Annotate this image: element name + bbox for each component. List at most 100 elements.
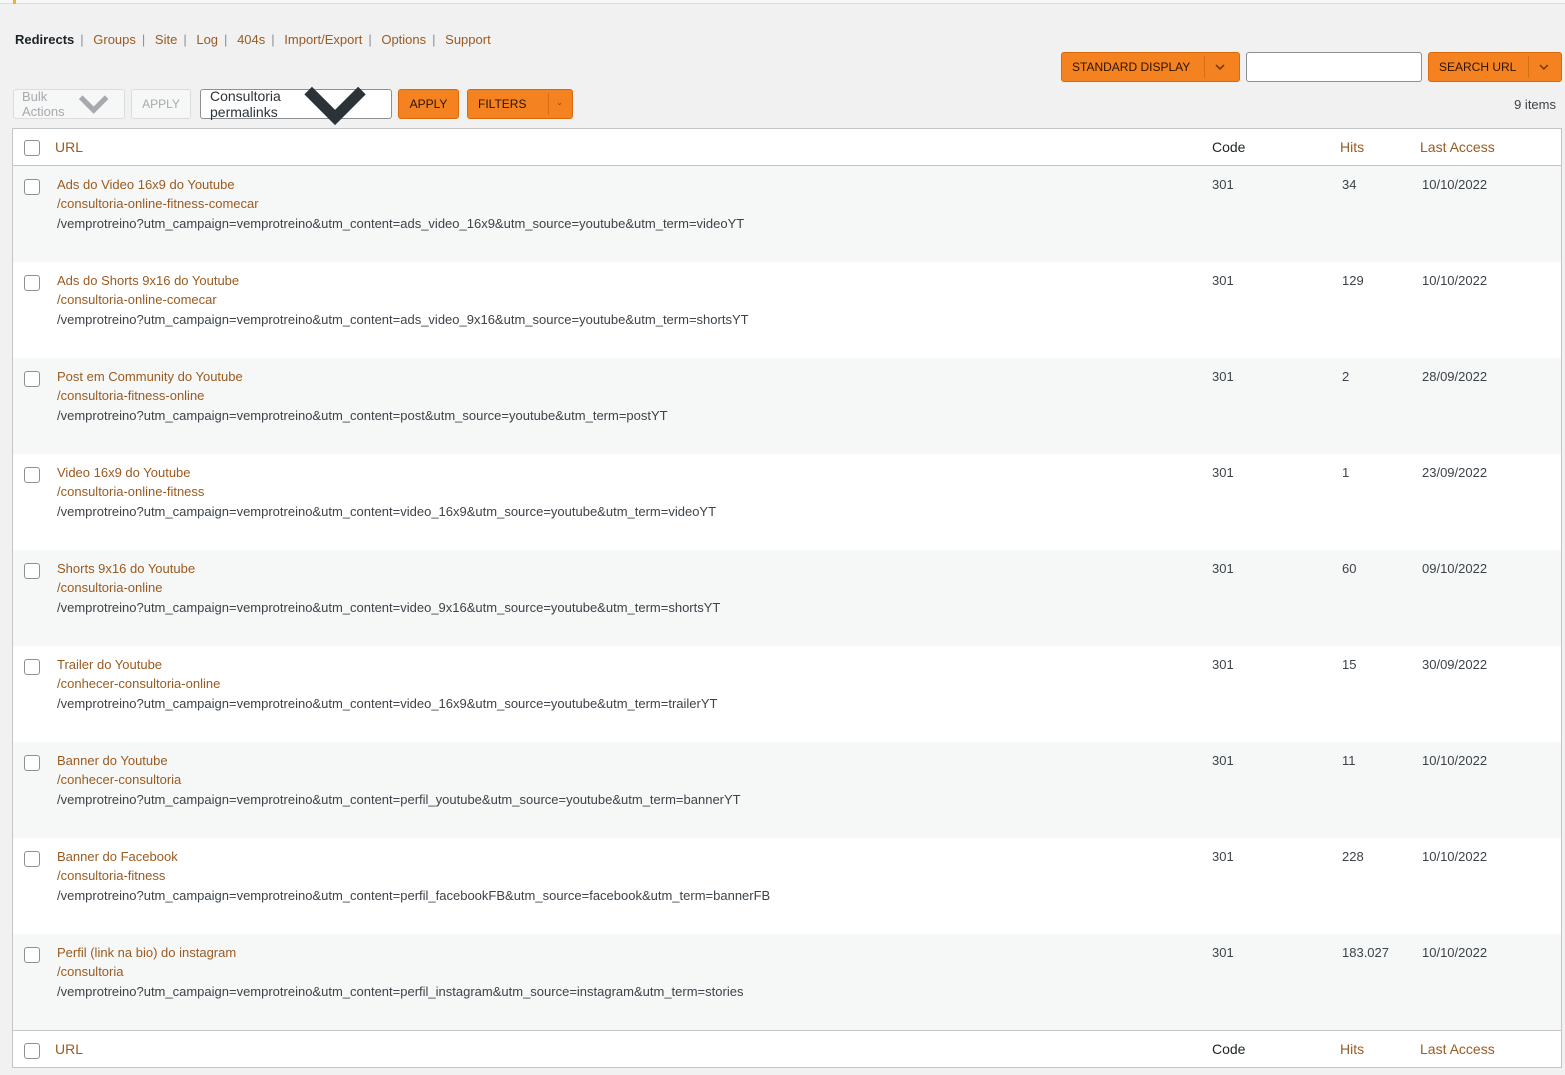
table-row: Ads do Video 16x9 do Youtube /consultori… — [13, 166, 1561, 262]
table-row: Post em Community do Youtube /consultori… — [13, 358, 1561, 454]
select-all-checkbox[interactable] — [24, 1043, 40, 1059]
redirect-code: 301 — [1212, 273, 1234, 288]
row-checkbox[interactable] — [24, 275, 40, 291]
row-checkbox[interactable] — [24, 467, 40, 483]
table-row: Video 16x9 do Youtube /consultoria-onlin… — [13, 454, 1561, 550]
bulk-actions-label: Bulk Actions — [22, 89, 65, 119]
column-hits[interactable]: Hits — [1340, 139, 1364, 155]
table-row: Banner do Youtube /conhecer-consultoria … — [13, 742, 1561, 838]
redirect-code: 301 — [1212, 849, 1234, 864]
redirect-last-access: 10/10/2022 — [1422, 945, 1488, 960]
table-row: Perfil (link na bio) do instagram /consu… — [13, 934, 1561, 1030]
table-footer: URL Code Hits Last Access — [13, 1030, 1561, 1067]
column-hits[interactable]: Hits — [1340, 1041, 1364, 1057]
redirect-title[interactable]: Banner do Facebook — [57, 849, 178, 864]
filters-button[interactable]: FILTERS — [467, 89, 573, 119]
redirect-source-url[interactable]: /consultoria-fitness-online — [57, 388, 204, 403]
button-divider — [1528, 56, 1530, 78]
redirect-source-url[interactable]: /consultoria-online-fitness — [57, 484, 204, 499]
nav-support[interactable]: Support — [445, 32, 491, 47]
filters-label: FILTERS — [478, 97, 527, 111]
chevron-down-icon[interactable] — [1213, 60, 1227, 74]
redirect-source-url[interactable]: /consultoria-fitness — [57, 868, 165, 883]
row-checkbox[interactable] — [24, 755, 40, 771]
table-row: Trailer do Youtube /conhecer-consultoria… — [13, 646, 1561, 742]
nav-import-export[interactable]: Import/Export — [284, 32, 362, 47]
nav-separator: | — [368, 32, 372, 47]
group-select[interactable]: Consultoria permalinks — [200, 86, 392, 126]
redirect-code: 301 — [1212, 561, 1234, 576]
redirect-source-url[interactable]: /consultoria — [57, 964, 123, 979]
subsubsub-nav: Redirects | Groups | Site | Log | 404s | Impo… — [15, 32, 491, 47]
group-select-value: Consultoria permalinks — [210, 88, 281, 120]
nav-404s[interactable]: 404s — [237, 32, 265, 47]
row-checkbox[interactable] — [24, 179, 40, 195]
apply-button[interactable]: APPLY — [398, 89, 459, 119]
button-divider — [1204, 56, 1206, 78]
redirect-target-url: /vemprotreino?utm_campaign=vemprotreino&… — [57, 696, 718, 711]
chevron-down-icon[interactable] — [1537, 60, 1551, 74]
redirect-title[interactable]: Shorts 9x16 do Youtube — [57, 561, 195, 576]
column-last-access[interactable]: Last Access — [1420, 139, 1495, 155]
redirect-hits: 11 — [1342, 753, 1356, 768]
select-all-checkbox[interactable] — [24, 140, 40, 156]
redirect-title[interactable]: Banner do Youtube — [57, 753, 168, 768]
redirect-source-url[interactable]: /conhecer-consultoria-online — [57, 676, 220, 691]
row-checkbox[interactable] — [24, 563, 40, 579]
redirect-source-url[interactable]: /conhecer-consultoria — [57, 772, 181, 787]
table-header: URL Code Hits Last Access — [13, 129, 1561, 166]
redirect-target-url: /vemprotreino?utm_campaign=vemprotreino&… — [57, 312, 749, 327]
redirect-target-url: /vemprotreino?utm_campaign=vemprotreino&… — [57, 600, 721, 615]
search-url-label: SEARCH URL — [1439, 60, 1517, 74]
redirect-title[interactable]: Perfil (link na bio) do instagram — [57, 945, 236, 960]
column-last-access[interactable]: Last Access — [1420, 1041, 1495, 1057]
nav-separator: | — [80, 32, 84, 47]
redirect-hits: 15 — [1342, 657, 1357, 672]
redirect-target-url: /vemprotreino?utm_campaign=vemprotreino&… — [57, 888, 771, 903]
redirect-hits: 228 — [1342, 849, 1364, 864]
redirect-last-access: 09/10/2022 — [1422, 561, 1488, 576]
redirect-source-url[interactable]: /consultoria-online-comecar — [57, 292, 217, 307]
redirect-title[interactable]: Post em Community do Youtube — [57, 369, 243, 384]
row-checkbox[interactable] — [24, 851, 40, 867]
redirect-title[interactable]: Ads do Video 16x9 do Youtube — [57, 177, 235, 192]
column-url[interactable]: URL — [55, 139, 83, 155]
redirect-last-access: 28/09/2022 — [1422, 369, 1488, 384]
redirect-last-access: 30/09/2022 — [1422, 657, 1488, 672]
redirect-last-access: 10/10/2022 — [1422, 753, 1488, 768]
search-input[interactable] — [1246, 52, 1422, 82]
row-checkbox[interactable] — [24, 659, 40, 675]
redirect-target-url: /vemprotreino?utm_campaign=vemprotreino&… — [57, 504, 717, 519]
nav-separator: | — [224, 32, 228, 47]
search-url-button[interactable]: SEARCH URL — [1428, 52, 1562, 82]
bulk-apply-button[interactable]: APPLY — [131, 89, 191, 119]
redirect-source-url[interactable]: /consultoria-online — [57, 580, 163, 595]
nav-redirects[interactable]: Redirects — [15, 32, 74, 47]
redirect-code: 301 — [1212, 657, 1234, 672]
nav-log[interactable]: Log — [196, 32, 218, 47]
redirect-title[interactable]: Video 16x9 do Youtube — [57, 465, 191, 480]
standard-display-button[interactable]: STANDARD DISPLAY — [1061, 52, 1240, 82]
chevron-down-icon[interactable] — [557, 97, 562, 111]
column-code: Code — [1212, 1041, 1246, 1057]
nav-groups[interactable]: Groups — [93, 32, 136, 47]
bulk-actions-select[interactable]: Bulk Actions — [13, 89, 125, 119]
nav-options[interactable]: Options — [381, 32, 426, 47]
redirects-table: URL Code Hits Last Access Ads do Video 1… — [12, 128, 1562, 1068]
redirect-source-url[interactable]: /consultoria-online-fitness-comecar — [57, 196, 259, 211]
nav-separator: | — [183, 32, 187, 47]
row-checkbox[interactable] — [24, 371, 40, 387]
table-row: Banner do Facebook /consultoria-fitness … — [13, 838, 1561, 934]
redirect-hits: 129 — [1342, 273, 1364, 288]
redirect-title[interactable]: Ads do Shorts 9x16 do Youtube — [57, 273, 239, 288]
nav-site[interactable]: Site — [155, 32, 177, 47]
column-url[interactable]: URL — [55, 1041, 83, 1057]
redirect-title[interactable]: Trailer do Youtube — [57, 657, 162, 672]
redirect-target-url: /vemprotreino?utm_campaign=vemprotreino&… — [57, 408, 668, 423]
redirect-code: 301 — [1212, 465, 1234, 480]
redirect-code: 301 — [1212, 945, 1234, 960]
row-checkbox[interactable] — [24, 947, 40, 963]
redirect-target-url: /vemprotreino?utm_campaign=vemprotreino&… — [57, 216, 745, 231]
nav-separator: | — [432, 32, 436, 47]
redirect-last-access: 10/10/2022 — [1422, 273, 1488, 288]
